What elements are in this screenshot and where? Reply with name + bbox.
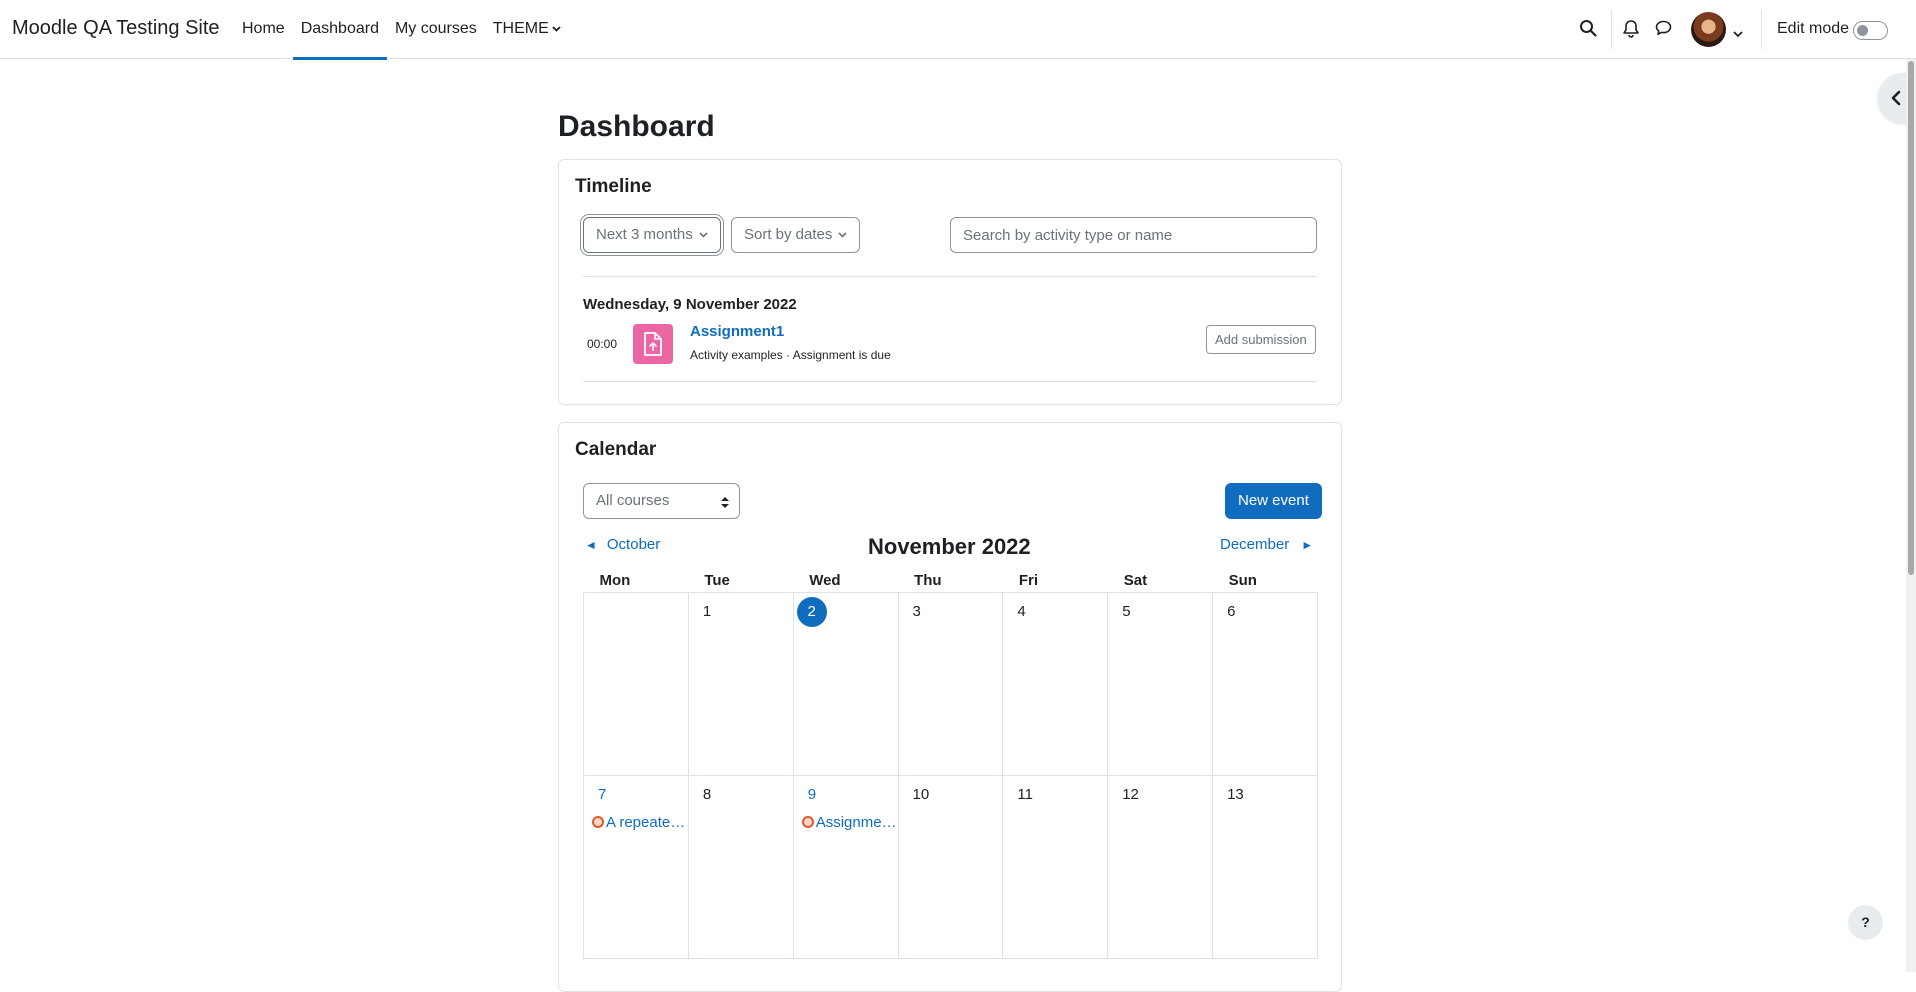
next-month-label: December <box>1220 536 1290 553</box>
calendar-event[interactable]: Assignment1 <box>801 813 897 831</box>
day-link[interactable]: 7 <box>598 786 606 803</box>
nav-theme[interactable]: THEME <box>485 0 569 59</box>
calendar-block: Calendar All courses New event ◄ October … <box>558 422 1342 992</box>
day-number: 11 <box>1017 785 1033 803</box>
day-number: 10 <box>912 785 930 803</box>
calendar-day[interactable]: 12 <box>1107 774 1214 959</box>
divider <box>583 381 1317 382</box>
navbar-divider <box>1611 10 1612 49</box>
user-avatar[interactable] <box>1691 12 1726 47</box>
weekday-fri: Fri <box>1002 567 1108 593</box>
help-button[interactable]: ? <box>1848 905 1883 940</box>
nav-theme-label: THEME <box>492 20 549 37</box>
calendar-day <box>583 592 689 776</box>
chevron-down-icon <box>699 232 708 238</box>
calendar-event[interactable]: A repeated event <box>592 814 687 831</box>
chevron-left-icon <box>1891 90 1901 106</box>
page-title: Dashboard <box>558 110 715 143</box>
search-icon[interactable] <box>1579 19 1599 39</box>
prev-month-label: October <box>606 536 661 553</box>
weekday-wed: Wed <box>793 567 899 593</box>
calendar-day[interactable]: 3 <box>897 592 1004 776</box>
day-number: 4 <box>1017 602 1026 620</box>
timeline-day-filter[interactable]: Next 3 months <box>583 217 721 253</box>
calendar-day[interactable]: 13 <box>1212 774 1318 959</box>
calendar-day[interactable]: 9 Assignment1 <box>792 774 899 959</box>
calendar-day[interactable]: 5 <box>1107 592 1214 776</box>
weekday-tue: Tue <box>688 567 794 593</box>
chevron-down-icon[interactable] <box>1733 25 1753 45</box>
divider <box>583 276 1317 277</box>
day-filter-label: Next 3 months <box>596 226 693 243</box>
calendar-day[interactable]: 4 <box>1002 592 1109 776</box>
event-label: A repeated event <box>606 813 687 831</box>
timeline-search-input[interactable] <box>950 217 1317 253</box>
day-number: 5 <box>1122 602 1131 620</box>
triangle-left-icon: ◄ <box>585 538 597 552</box>
weekday-sat: Sat <box>1107 567 1213 593</box>
sort-label: Sort by dates <box>744 226 833 243</box>
triangle-right-icon: ► <box>1301 538 1314 552</box>
nav-my-courses[interactable]: My courses <box>387 0 485 59</box>
calendar-month-title: November 2022 <box>868 534 1031 559</box>
assignment-meta: Activity examples · Assignment is due <box>690 348 891 362</box>
next-month-link[interactable]: December ► <box>1220 536 1313 553</box>
day-link[interactable]: 9 <box>808 786 816 803</box>
calendar-day-today[interactable]: 2 <box>792 592 899 776</box>
timeline-title: Timeline <box>575 176 652 197</box>
calendar-day[interactable]: 8 <box>687 774 794 959</box>
calendar-title: Calendar <box>575 439 657 460</box>
toggle-knob <box>1857 25 1868 36</box>
nav-dashboard[interactable]: Dashboard <box>292 0 388 60</box>
course-filter-select[interactable]: All courses <box>583 483 740 519</box>
assignment-link[interactable]: Assignment1 <box>690 323 784 340</box>
chevron-down-icon <box>838 232 847 238</box>
event-dot-icon <box>592 815 604 828</box>
day-number: 1 <box>702 602 712 620</box>
primary-navigation: Home Dashboard My courses THEME <box>234 0 569 60</box>
calendar-day[interactable]: 10 <box>897 774 1004 959</box>
day-number: 12 <box>1122 785 1139 803</box>
weekday-mon: Mon <box>583 567 689 593</box>
assignment-icon <box>633 324 673 364</box>
bell-icon[interactable] <box>1622 19 1642 39</box>
weekday-sun: Sun <box>1212 567 1318 593</box>
new-event-button[interactable]: New event <box>1225 483 1322 519</box>
timeline-block: Timeline Next 3 months Sort by dates Wed… <box>558 159 1342 405</box>
top-navbar: Moodle QA Testing Site Home Dashboard My… <box>0 0 1916 60</box>
add-submission-button[interactable]: Add submission <box>1206 325 1316 354</box>
chat-icon[interactable] <box>1654 19 1674 39</box>
event-dot-icon <box>801 815 814 828</box>
chevron-down-icon <box>552 26 561 32</box>
site-brand[interactable]: Moodle QA Testing Site <box>12 17 220 40</box>
day-number: 13 <box>1227 785 1244 803</box>
edit-mode-toggle[interactable] <box>1853 21 1888 40</box>
navbar-divider <box>1761 10 1762 49</box>
weekday-thu: Thu <box>898 567 1003 593</box>
nav-home[interactable]: Home <box>234 0 293 59</box>
calendar-grid: Mon Tue Wed Thu Fri Sat Sun 1 2 3 4 5 6 <box>583 567 1318 959</box>
calendar-day[interactable]: 6 <box>1212 592 1318 776</box>
prev-month-link[interactable]: ◄ October <box>585 536 660 553</box>
course-filter-label: All courses <box>596 492 670 509</box>
updown-arrows-icon <box>721 497 729 508</box>
scrollbar-thumb[interactable] <box>1908 61 1914 575</box>
page-scrollbar[interactable] <box>1906 59 1916 972</box>
day-number: 3 <box>912 602 921 620</box>
day-number: 6 <box>1227 602 1236 620</box>
event-label: Assignment1 <box>815 813 897 831</box>
calendar-day[interactable]: 1 <box>687 592 794 776</box>
timeline-date-heading: Wednesday, 9 November 2022 <box>583 296 797 313</box>
calendar-day[interactable]: 11 <box>1002 774 1109 959</box>
calendar-day[interactable]: 7 A repeated event <box>583 774 689 959</box>
today-marker: 2 <box>796 596 827 627</box>
edit-mode-label: Edit mode <box>1777 20 1850 37</box>
event-time: 00:00 <box>587 337 618 351</box>
day-number: 8 <box>702 785 712 803</box>
timeline-sort[interactable]: Sort by dates <box>731 217 861 253</box>
